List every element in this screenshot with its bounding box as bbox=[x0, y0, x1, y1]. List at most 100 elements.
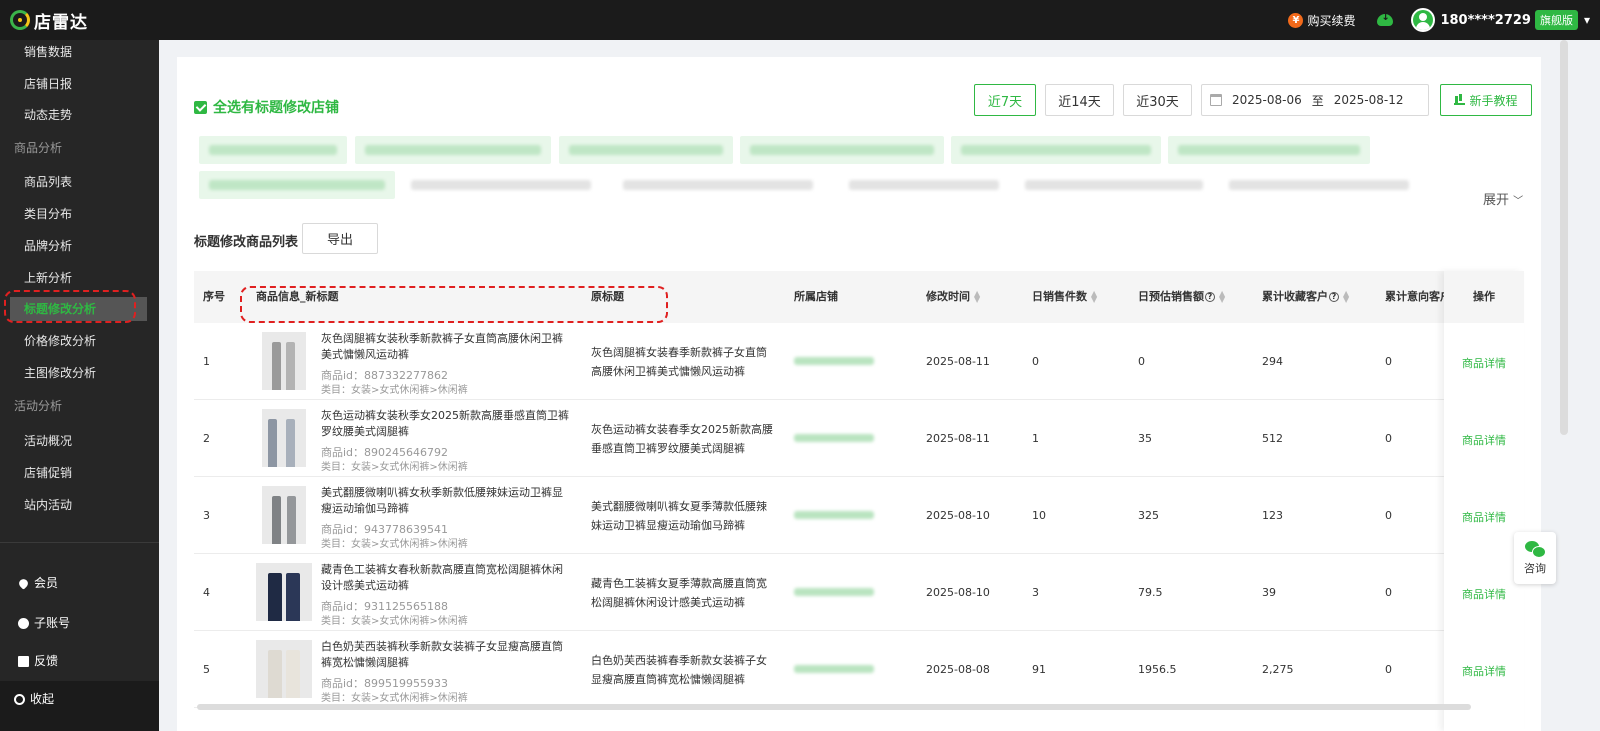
table-row: 3 美式翻腰微喇叭裤女秋季新款低腰辣妹运动卫裤显瘦运动瑜伽马蹄裤 商品id：94… bbox=[194, 477, 1524, 554]
favorites: 123 bbox=[1262, 509, 1283, 522]
favorites: 2,275 bbox=[1262, 663, 1294, 676]
sidebar-member[interactable]: 会员 bbox=[0, 571, 159, 595]
store-chip[interactable] bbox=[613, 171, 823, 199]
blurred-store-name bbox=[411, 180, 591, 190]
product-category: 类目：女装>女式休闲裤>休闲裤 bbox=[321, 462, 468, 473]
expand-toggle[interactable]: 展开 ﹀ bbox=[1483, 189, 1523, 208]
product-detail-link[interactable]: 商品详情 bbox=[1444, 509, 1524, 525]
export-button[interactable]: 导出 bbox=[302, 223, 378, 254]
blurred-store-name bbox=[849, 180, 999, 190]
store-chip[interactable] bbox=[1219, 171, 1419, 199]
modified-date: 2025-08-11 bbox=[926, 432, 990, 445]
daily-units: 91 bbox=[1032, 663, 1046, 676]
consult-button[interactable]: 咨询 bbox=[1514, 532, 1556, 584]
sidebar-item-shop-daily[interactable]: 店铺日报 bbox=[0, 72, 159, 96]
blurred-store-name bbox=[750, 145, 934, 155]
product-thumbnail[interactable] bbox=[262, 332, 306, 390]
range-14d-button[interactable]: 近14天 bbox=[1045, 84, 1114, 116]
new-title[interactable]: 灰色运动裤女装秋季女2025新款高腰垂感直筒卫裤罗纹腰美式阔腿裤 bbox=[321, 408, 571, 440]
sidebar-sub-account[interactable]: 子账号 bbox=[0, 611, 159, 635]
store-chip[interactable] bbox=[355, 136, 551, 164]
horizontal-scrollbar[interactable] bbox=[197, 704, 1471, 710]
store-chip[interactable] bbox=[199, 171, 395, 199]
sidebar-item-brand[interactable]: 品牌分析 bbox=[0, 234, 159, 258]
sidebar-item-sales-data[interactable]: 销售数据 bbox=[0, 40, 159, 64]
blurred-shop-name[interactable] bbox=[794, 357, 874, 365]
sidebar-member-label: 会员 bbox=[34, 576, 59, 590]
download-cloud-icon[interactable] bbox=[1377, 12, 1394, 26]
product-thumbnail[interactable] bbox=[256, 640, 312, 698]
help-icon[interactable]: ? bbox=[1205, 292, 1215, 302]
blurred-shop-name[interactable] bbox=[794, 588, 874, 596]
expand-label: 展开 bbox=[1483, 193, 1510, 208]
product-thumbnail[interactable] bbox=[262, 486, 306, 544]
store-chip[interactable] bbox=[199, 136, 347, 164]
date-range-picker[interactable]: 2025-08-06 至 2025-08-12 bbox=[1201, 84, 1429, 116]
sidebar-item-onsite-activity[interactable]: 站内活动 bbox=[0, 493, 159, 517]
blurred-shop-name[interactable] bbox=[794, 434, 874, 442]
new-title[interactable]: 白色奶芙西装裤秋季新款女装裤子女显瘦高腰直筒裤宽松慵懒阔腿裤 bbox=[321, 639, 571, 671]
sidebar-group-activity: 活动分析 bbox=[14, 399, 63, 413]
sort-icon[interactable]: ▲ ▼ bbox=[974, 290, 980, 304]
row-index: 4 bbox=[203, 586, 210, 599]
col-modified-time-label: 修改时间 bbox=[926, 290, 970, 303]
highlight-box-sidebar bbox=[4, 290, 136, 323]
wechat-icon bbox=[1525, 540, 1546, 558]
store-chip[interactable] bbox=[1015, 171, 1213, 199]
sort-icon[interactable]: ▲ ▼ bbox=[1091, 290, 1097, 304]
select-all-checkbox[interactable]: 全选有标题修改店铺 bbox=[194, 97, 339, 117]
users-icon bbox=[18, 617, 29, 629]
store-chip[interactable] bbox=[951, 136, 1161, 164]
col-modified-time[interactable]: 修改时间 ▲ ▼ bbox=[926, 271, 980, 323]
original-title: 灰色运动裤女装春季女2025新款高腰垂感直筒卫裤罗纹腰美式阔腿裤 bbox=[591, 423, 773, 455]
new-title[interactable]: 美式翻腰微喇叭裤女秋季新款低腰辣妹运动卫裤显瘦运动瑜伽马蹄裤 bbox=[321, 485, 571, 517]
sidebar-item-shop-promo[interactable]: 店铺促销 bbox=[0, 461, 159, 485]
product-detail-link[interactable]: 商品详情 bbox=[1444, 586, 1524, 602]
logo[interactable]: 店雷达 bbox=[10, 8, 88, 33]
product-thumbnail[interactable] bbox=[256, 563, 312, 621]
store-chip[interactable] bbox=[559, 136, 733, 164]
radar-logo-icon bbox=[10, 10, 30, 30]
product-detail-link[interactable]: 商品详情 bbox=[1444, 355, 1524, 371]
new-title[interactable]: 藏青色工装裤女春秋新款高腰直筒宽松阔腿裤休闲设计感美式运动裤 bbox=[321, 562, 571, 594]
sidebar-item-price-change[interactable]: 价格修改分析 bbox=[0, 329, 159, 353]
sidebar-feedback-label: 反馈 bbox=[34, 654, 59, 668]
help-icon[interactable]: ? bbox=[1329, 292, 1339, 302]
sidebar-item-product-list[interactable]: 商品列表 bbox=[0, 170, 159, 194]
product-detail-link[interactable]: 商品详情 bbox=[1444, 432, 1524, 448]
beginner-guide-button[interactable]: 新手教程 bbox=[1440, 84, 1532, 116]
avatar[interactable] bbox=[1411, 8, 1436, 32]
sidebar-item-activity-overview[interactable]: 活动概况 bbox=[0, 429, 159, 453]
sidebar-item-image-change[interactable]: 主图修改分析 bbox=[0, 361, 159, 385]
buy-renew-button[interactable]: ¥ 购买续费 bbox=[1288, 12, 1355, 29]
sidebar-item-category[interactable]: 类目分布 bbox=[0, 202, 159, 226]
vertical-scrollbar[interactable] bbox=[1560, 40, 1568, 435]
store-chip[interactable] bbox=[740, 136, 944, 164]
chevron-down-icon[interactable]: ▾ bbox=[1584, 13, 1590, 27]
sidebar-item-trend[interactable]: 动态走势 bbox=[0, 103, 159, 127]
sidebar-collapse[interactable]: 收起 bbox=[0, 687, 159, 711]
account-phone[interactable]: 180****2729 bbox=[1440, 13, 1531, 28]
range-7d-button[interactable]: 近7天 bbox=[974, 84, 1036, 116]
blurred-shop-name[interactable] bbox=[794, 511, 874, 519]
daily-units: 1 bbox=[1032, 432, 1039, 445]
new-title[interactable]: 灰色阔腿裤女装秋季新款裤子女直筒高腰休闲卫裤美式慵懒风运动裤 bbox=[321, 331, 571, 363]
col-daily-units[interactable]: 日销售件数 ▲ ▼ bbox=[1032, 271, 1097, 323]
store-chip[interactable] bbox=[401, 171, 601, 199]
range-30d-button[interactable]: 近30天 bbox=[1123, 84, 1192, 116]
original-title: 灰色阔腿裤女装春季新款裤子女直筒高腰休闲卫裤美式慵懒风运动裤 bbox=[591, 346, 767, 378]
row-index: 2 bbox=[203, 432, 210, 445]
col-daily-units-label: 日销售件数 bbox=[1032, 290, 1087, 303]
sidebar-item-new-arrivals[interactable]: 上新分析 bbox=[0, 266, 159, 290]
table-row: 2 灰色运动裤女装秋季女2025新款高腰垂感直筒卫裤罗纹腰美式阔腿裤 商品id：… bbox=[194, 400, 1524, 477]
blurred-shop-name[interactable] bbox=[794, 665, 874, 673]
product-thumbnail[interactable] bbox=[262, 409, 306, 467]
sort-icon[interactable]: ▲ ▼ bbox=[1219, 290, 1225, 304]
col-daily-sales[interactable]: 日预估销售额? ▲ ▼ bbox=[1138, 271, 1225, 323]
product-detail-link[interactable]: 商品详情 bbox=[1444, 663, 1524, 679]
sort-icon[interactable]: ▲ ▼ bbox=[1343, 290, 1349, 304]
store-chip[interactable] bbox=[1168, 136, 1370, 164]
col-favorites[interactable]: 累计收藏客户? ▲ ▼ bbox=[1262, 271, 1349, 323]
sidebar-feedback[interactable]: 反馈 bbox=[0, 649, 159, 673]
store-chip[interactable] bbox=[839, 171, 1009, 199]
